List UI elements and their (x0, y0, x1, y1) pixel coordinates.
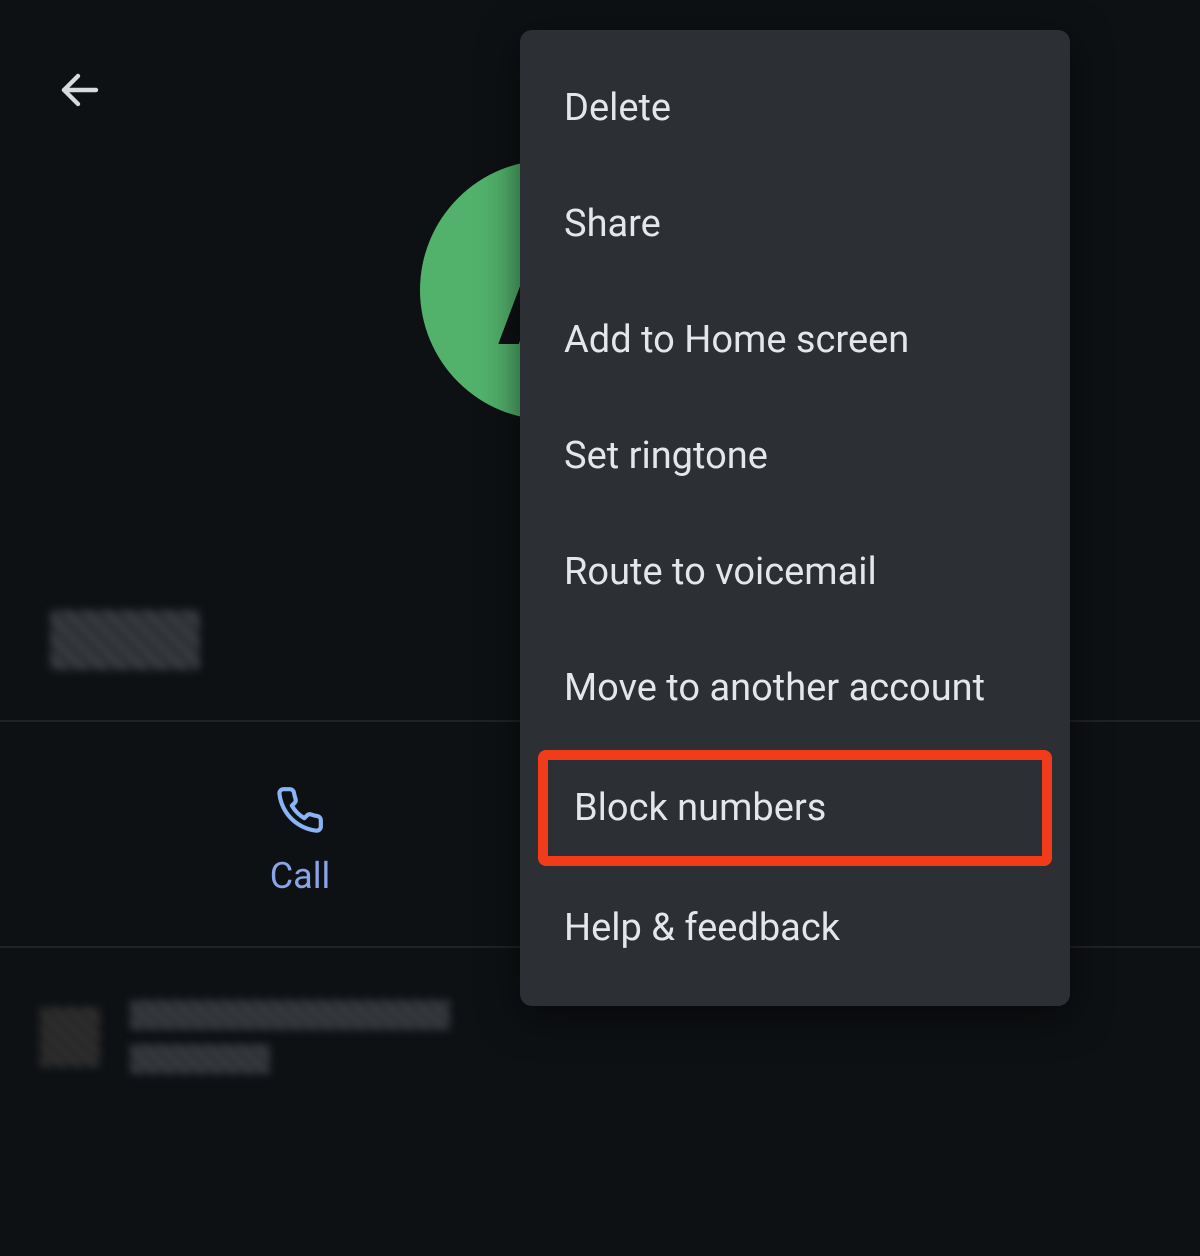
redacted-icon (40, 1007, 100, 1067)
call-button[interactable]: Call (0, 745, 600, 935)
menu-item-route-to-voicemail[interactable]: Route to voicemail (520, 514, 1070, 630)
menu-item-set-ringtone[interactable]: Set ringtone (520, 398, 1070, 514)
redacted-line (130, 1044, 270, 1074)
menu-item-block-numbers[interactable]: Block numbers (538, 750, 1052, 866)
back-button[interactable] (50, 60, 110, 120)
back-arrow-icon (56, 66, 104, 114)
overflow-menu: DeleteShareAdd to Home screenSet rington… (520, 30, 1070, 1006)
menu-item-add-to-home-screen[interactable]: Add to Home screen (520, 282, 1070, 398)
contact-detail-redacted (40, 1000, 450, 1074)
menu-item-delete[interactable]: Delete (520, 50, 1070, 166)
phone-icon (273, 783, 327, 837)
menu-item-move-to-another-account[interactable]: Move to another account (520, 630, 1070, 746)
menu-item-help-feedback[interactable]: Help & feedback (520, 870, 1070, 986)
menu-item-share[interactable]: Share (520, 166, 1070, 282)
redacted-line (130, 1000, 450, 1030)
contact-name-redacted (50, 610, 200, 670)
call-label: Call (270, 855, 331, 897)
